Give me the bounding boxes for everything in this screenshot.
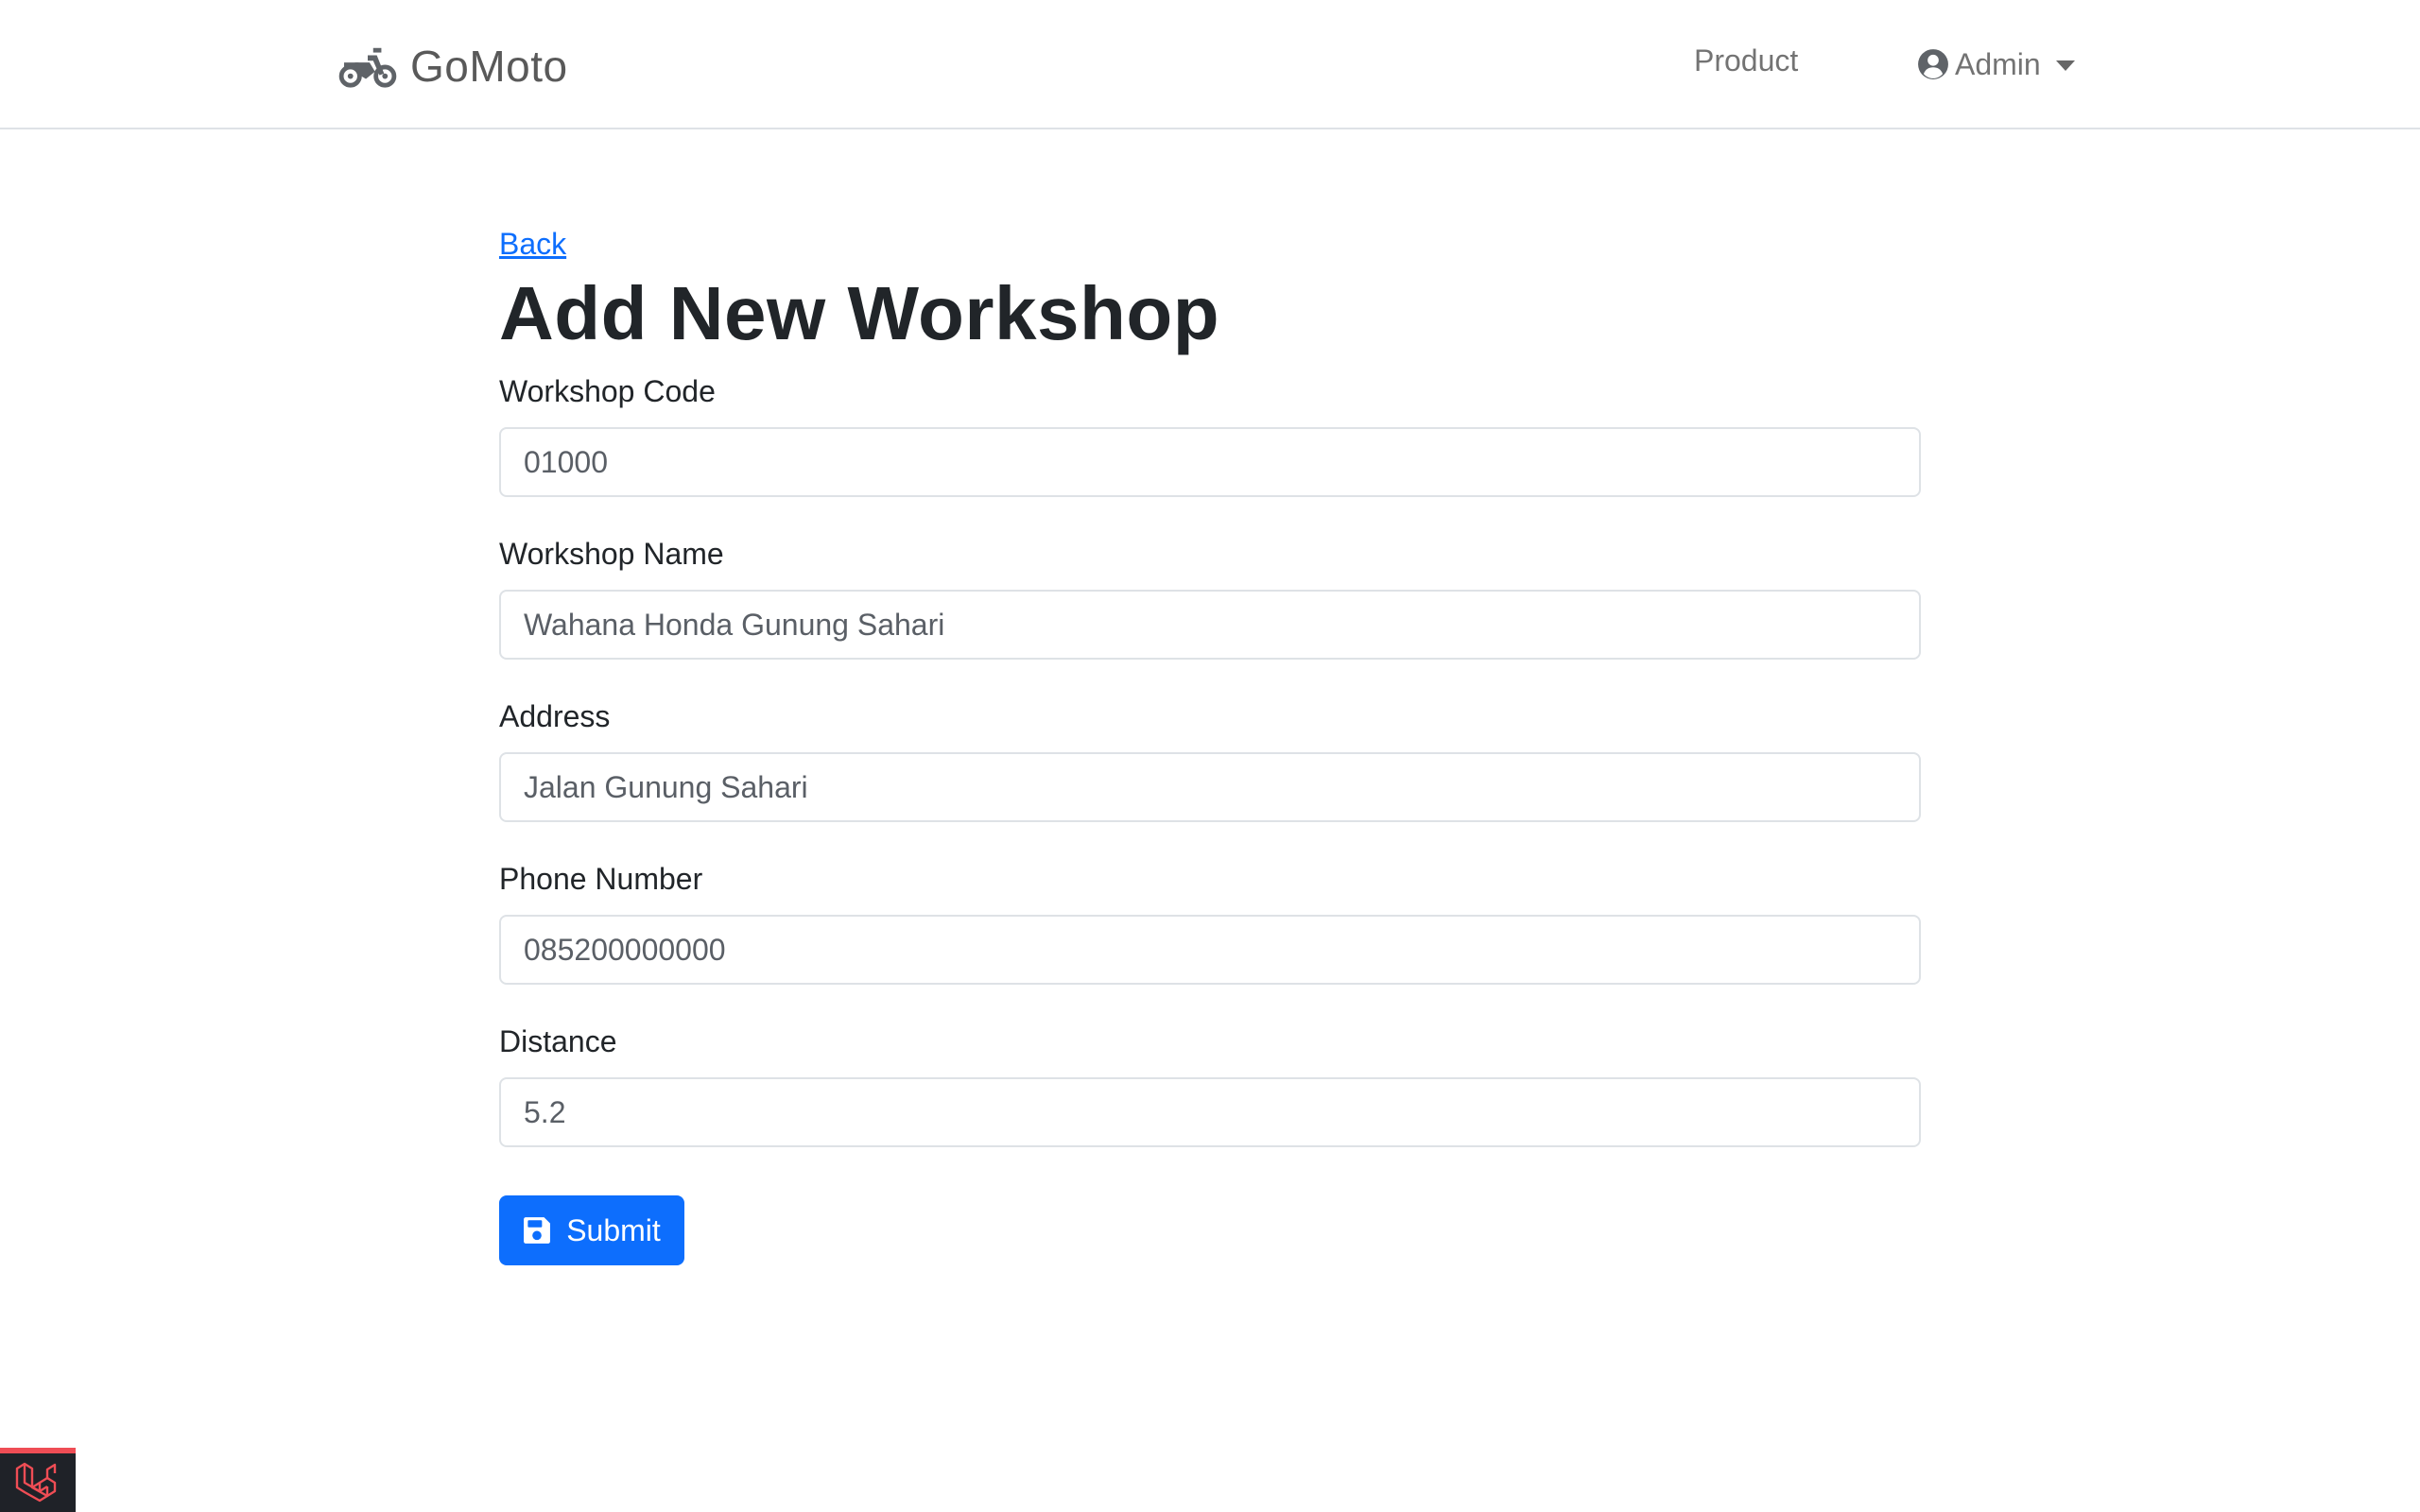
phone-number-input[interactable] (499, 915, 1921, 985)
workshop-code-label: Workshop Code (499, 374, 716, 408)
motorcycle-icon (338, 47, 397, 88)
brand-link[interactable]: GoMoto (338, 38, 568, 94)
phone-number-field: Phone Number (499, 860, 1921, 985)
brand-name: GoMoto (410, 42, 568, 91)
distance-field: Distance (499, 1022, 1921, 1147)
submit-button[interactable]: Submit (499, 1195, 684, 1265)
admin-dropdown-toggle[interactable]: Admin (1917, 43, 2075, 85)
workshop-name-field: Workshop Name (499, 535, 1921, 660)
caret-down-icon (2055, 60, 2075, 71)
workshop-code-field: Workshop Code (499, 372, 1921, 497)
laravel-icon (15, 1462, 57, 1503)
page-title: Add New Workshop (499, 271, 1220, 355)
address-input[interactable] (499, 752, 1921, 822)
debugbar-toggle[interactable] (0, 1448, 76, 1512)
phone-number-label: Phone Number (499, 862, 703, 896)
workshop-name-input[interactable] (499, 590, 1921, 660)
submit-label: Submit (566, 1212, 661, 1247)
distance-input[interactable] (499, 1077, 1921, 1147)
top-navbar: GoMoto Product Admin (0, 0, 2420, 129)
address-label: Address (499, 699, 611, 733)
add-workshop-form: Workshop Code Workshop Name Address Phon… (499, 372, 1921, 1147)
address-field: Address (499, 697, 1921, 822)
admin-label: Admin (1955, 46, 2041, 81)
workshop-form-container: Back Add New Workshop Workshop Code Work… (499, 219, 1921, 1147)
back-link[interactable]: Back (499, 219, 566, 268)
workshop-code-input[interactable] (499, 427, 1921, 497)
distance-label: Distance (499, 1024, 617, 1058)
user-circle-icon (1918, 49, 1948, 79)
nav-product-link[interactable]: Product (1694, 43, 1798, 78)
workshop-name-label: Workshop Name (499, 537, 724, 571)
save-icon (524, 1217, 551, 1244)
